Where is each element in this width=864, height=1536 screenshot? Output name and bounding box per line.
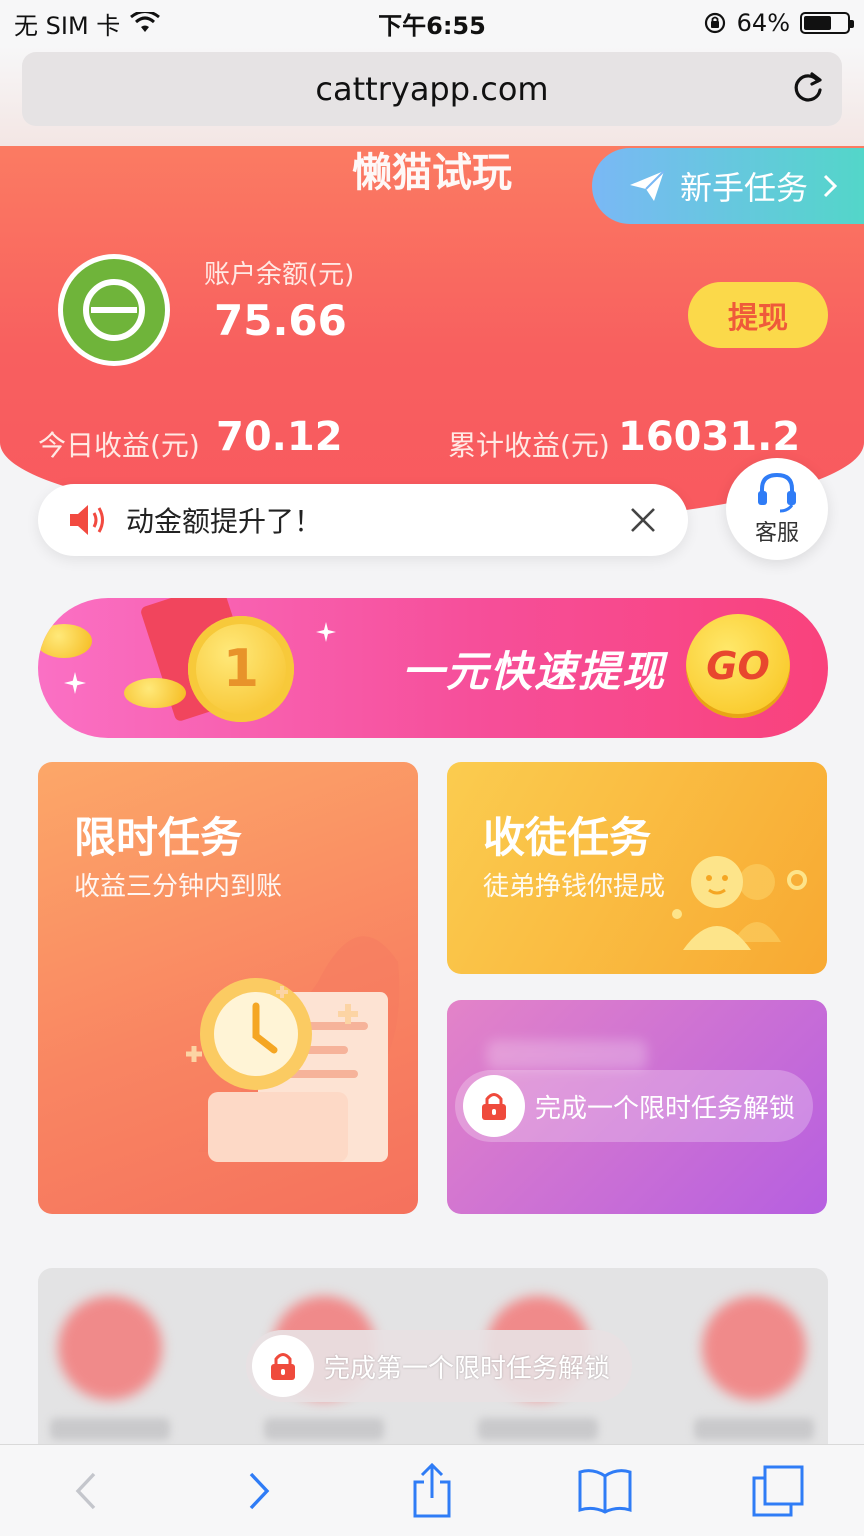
forward-button[interactable] <box>227 1459 291 1523</box>
book-icon <box>578 1468 632 1514</box>
notice-bar[interactable]: 动金额提升了！ <box>38 484 688 556</box>
sparkle-icon <box>64 672 86 694</box>
newbie-task-label: 新手任务 <box>680 169 809 207</box>
bookmarks-button[interactable] <box>573 1459 637 1523</box>
blurred-feature-icon <box>702 1296 806 1400</box>
share-button[interactable] <box>400 1459 464 1523</box>
status-bar: 无 SIM 卡 下午6:55 64% <box>0 0 864 46</box>
status-left: 无 SIM 卡 <box>14 6 161 41</box>
battery-icon <box>800 12 854 34</box>
limited-task-title: 限时任务 <box>74 813 243 862</box>
tabs-button[interactable] <box>746 1459 810 1523</box>
reload-icon[interactable] <box>788 68 828 108</box>
apprentice-task-subtitle: 徒弟挣钱你提成 <box>483 872 666 902</box>
lock-badge <box>252 1335 314 1397</box>
chevron-right-icon <box>249 1472 270 1509</box>
clock-receipt-illustration <box>186 936 400 1162</box>
headset-icon <box>758 472 796 513</box>
browser-chrome: cattryapp.com <box>0 46 864 146</box>
withdraw-button[interactable]: 提现 <box>688 282 828 348</box>
customer-service-button[interactable]: 客服 <box>726 458 828 560</box>
back-button[interactable] <box>54 1459 118 1523</box>
lock-icon <box>271 1353 295 1380</box>
lock-icon <box>482 1093 506 1120</box>
orientation-lock-icon <box>704 12 725 34</box>
paper-plane-icon <box>630 170 665 201</box>
avatar-image <box>63 259 165 361</box>
speaker-icon <box>70 505 104 535</box>
today-earnings-value: 70.12 <box>216 414 343 460</box>
carrier-label: 无 SIM 卡 <box>14 11 121 40</box>
chevron-left-icon <box>76 1472 96 1509</box>
bottom-unlock-text: 完成第一个限时任务解锁 <box>324 1353 611 1384</box>
go-button[interactable]: GO <box>686 614 790 718</box>
quick-withdraw-banner[interactable]: 1 一元快速提现 GO <box>38 598 828 738</box>
blurred-feature-label <box>50 1418 170 1440</box>
limited-task-card[interactable]: 限时任务 收益三分钟内到账 <box>38 762 418 1214</box>
wifi-icon <box>130 12 161 32</box>
coin-graphic <box>38 624 92 658</box>
browser-toolbar <box>0 1444 864 1536</box>
balance-value: 75.66 <box>214 296 347 345</box>
lock-badge <box>463 1075 525 1137</box>
banner-title: 一元快速提现 <box>402 647 667 696</box>
bottom-unlock-hint: 完成第一个限时任务解锁 <box>246 1330 633 1402</box>
customer-service-label: 客服 <box>754 521 799 546</box>
apprentice-task-card[interactable]: 收徒任务 徒弟挣钱你提成 <box>447 762 827 974</box>
address-bar[interactable]: cattryapp.com <box>22 52 842 126</box>
blurred-feature-label <box>264 1418 384 1440</box>
newbie-task-button[interactable]: 新手任务 <box>592 148 864 224</box>
blurred-feature-label <box>478 1418 598 1440</box>
tabs-icon <box>752 1465 804 1516</box>
locked-task-card[interactable]: 完成一个限时任务解锁 <box>447 1000 827 1214</box>
people-illustration <box>672 856 807 950</box>
unlock-text: 完成一个限时任务解锁 <box>535 1093 796 1124</box>
apprentice-task-title: 收徒任务 <box>483 813 652 862</box>
limited-task-subtitle: 收益三分钟内到账 <box>74 872 283 902</box>
chevron-right-icon <box>823 174 838 198</box>
total-earnings-label: 累计收益(元) <box>448 429 610 462</box>
blurred-title <box>487 1040 647 1070</box>
battery-percent: 64% <box>736 9 790 37</box>
share-icon <box>413 1462 451 1517</box>
unlock-hint: 完成一个限时任务解锁 <box>455 1070 814 1142</box>
total-earnings-value: 16031.2 <box>618 414 801 460</box>
blurred-feature-icon <box>58 1296 162 1400</box>
today-earnings-label: 今日收益(元) <box>38 429 200 462</box>
big-coin: 1 <box>188 616 294 722</box>
status-right: 64% <box>703 9 854 37</box>
notice-text: 动金额提升了！ <box>126 505 323 538</box>
balance-label: 账户余额(元) <box>204 260 355 290</box>
coin-stack-graphic <box>124 678 186 708</box>
close-icon[interactable] <box>628 505 658 535</box>
avatar[interactable] <box>58 254 170 366</box>
sparkle-icon <box>316 622 336 642</box>
coin-number: 1 <box>222 639 260 699</box>
url-text: cattryapp.com <box>315 70 549 108</box>
account-header: 懒猫试玩 新手任务 账户余额(元) 75.66 提现 今日收益(元) 70.12… <box>0 146 864 526</box>
avatar-logo-icon <box>83 279 145 341</box>
blurred-feature-label <box>694 1418 814 1440</box>
